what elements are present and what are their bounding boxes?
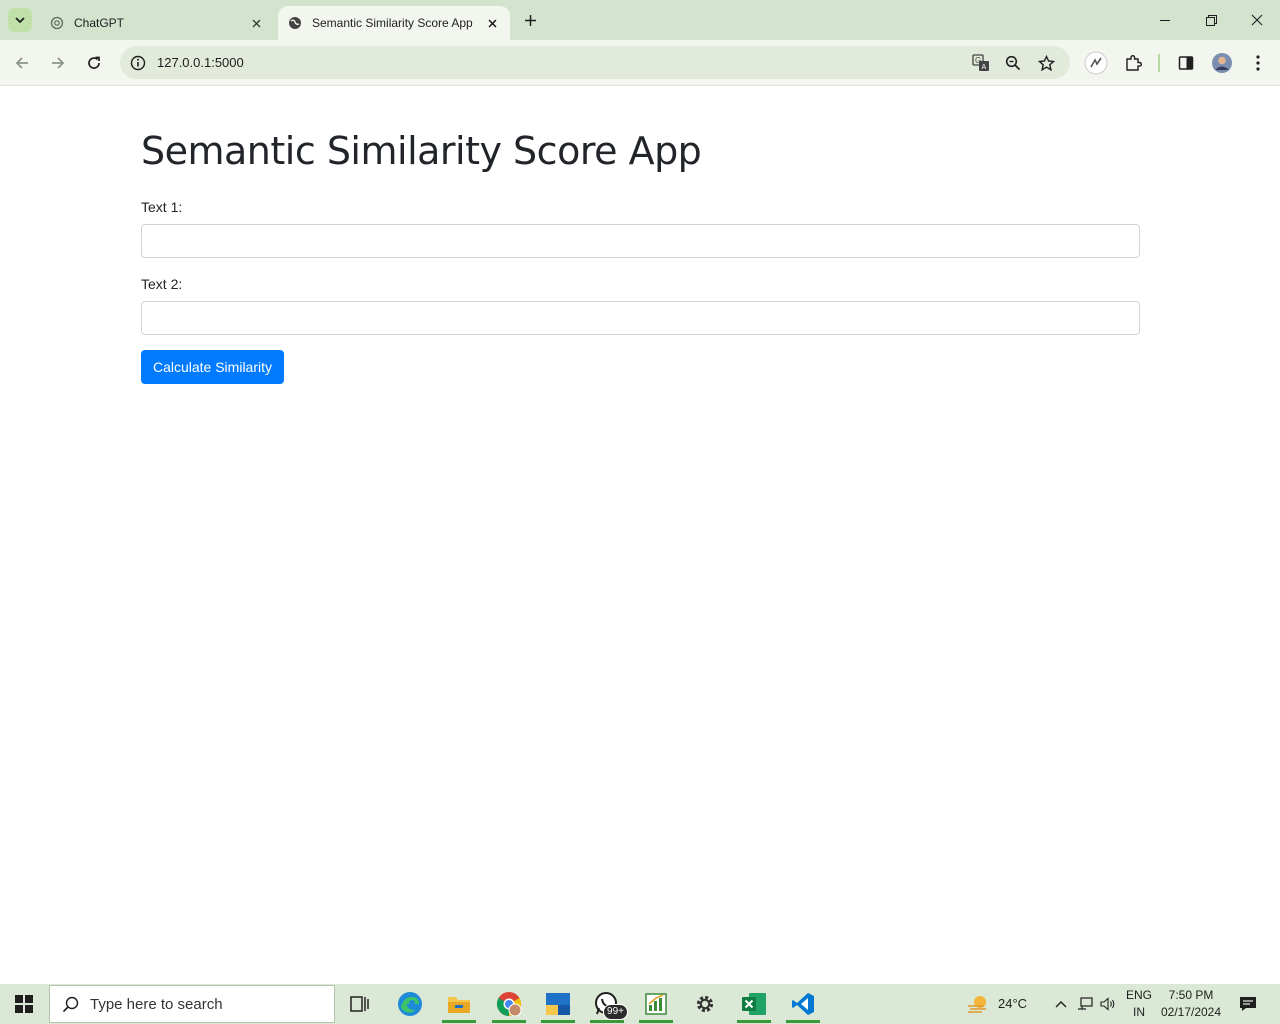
tab-title: ChatGPT	[74, 16, 125, 30]
notification-icon	[1240, 997, 1256, 1011]
weather-widget[interactable]	[958, 984, 998, 1024]
clock-time: 7:50 PM	[1168, 988, 1214, 1002]
vscode-icon	[792, 993, 814, 1015]
weather-haze-icon	[968, 996, 986, 1013]
reload-button[interactable]	[80, 49, 108, 77]
folder-icon	[448, 997, 470, 1013]
close-window-button[interactable]	[1234, 0, 1280, 40]
task-view-button[interactable]	[337, 984, 383, 1024]
window-app-icon	[546, 993, 570, 1015]
taskbar-chrome[interactable]	[486, 984, 532, 1024]
extensions-puzzle-icon[interactable]	[1121, 51, 1145, 75]
page-title: Semantic Similarity Score App	[141, 129, 702, 173]
tab-semantic-similarity[interactable]: Semantic Similarity Score App	[278, 6, 510, 40]
clock-date: 02/17/2024	[1160, 1005, 1222, 1019]
menu-kebab-icon[interactable]	[1246, 51, 1270, 75]
globe-icon	[287, 15, 303, 31]
close-tab-icon[interactable]	[248, 15, 264, 31]
taskbar-edge[interactable]	[387, 984, 433, 1024]
reload-icon	[88, 56, 100, 69]
text2-input[interactable]	[141, 301, 1140, 335]
clock[interactable]: 7:50 PM 02/17/2024	[1158, 987, 1224, 1021]
language-code: ENG	[1125, 988, 1152, 1002]
site-info-icon[interactable]	[128, 53, 148, 73]
close-tab-icon[interactable]	[484, 15, 500, 31]
tab-chatgpt[interactable]: ChatGPT	[40, 6, 274, 40]
chatgpt-icon	[49, 15, 65, 31]
start-button[interactable]	[0, 984, 48, 1024]
volume-tray[interactable]	[1097, 984, 1119, 1024]
bookmark-star-icon[interactable]	[1036, 53, 1056, 73]
forward-button[interactable]	[44, 49, 72, 77]
restore-button[interactable]	[1188, 0, 1234, 40]
taskbar-search[interactable]: Type here to search	[49, 985, 335, 1023]
language-region: IN	[1133, 1005, 1145, 1019]
notifications-button[interactable]	[1232, 984, 1264, 1024]
windows-taskbar: Type here to search 99+ 24°C ENG IN 7:50…	[0, 984, 1280, 1024]
volume-icon	[1100, 997, 1115, 1011]
task-view-icon	[350, 996, 369, 1012]
weather-temperature: 24°C	[998, 996, 1028, 1011]
toolbar-separator	[1158, 54, 1160, 72]
plus-icon	[524, 14, 536, 26]
tab-search-button[interactable]	[8, 8, 32, 32]
zoom-icon[interactable]	[1003, 53, 1023, 73]
address-bar[interactable]: 127.0.0.1:5000 GA	[120, 46, 1070, 79]
extension-pulse-icon[interactable]	[1084, 51, 1108, 75]
gear-icon	[696, 995, 714, 1013]
search-icon	[60, 994, 80, 1014]
minimize-button[interactable]	[1142, 0, 1188, 40]
search-placeholder: Type here to search	[90, 995, 223, 1013]
calculate-similarity-button[interactable]: Calculate Similarity	[141, 350, 284, 384]
network-icon	[1078, 997, 1093, 1010]
taskbar-excel[interactable]	[731, 984, 777, 1024]
network-tray[interactable]	[1074, 984, 1096, 1024]
browser-tab-strip: ChatGPT Semantic Similarity Score App	[0, 0, 1280, 40]
translate-icon[interactable]: GA	[971, 53, 991, 73]
text1-input[interactable]	[141, 224, 1140, 258]
back-button[interactable]	[8, 49, 36, 77]
taskbar-whatsapp[interactable]: 99+	[584, 984, 630, 1024]
svg-text:A: A	[982, 64, 987, 71]
tab-title: Semantic Similarity Score App	[312, 16, 473, 30]
chevron-down-icon	[15, 17, 25, 24]
chart-app-icon	[645, 993, 667, 1015]
excel-icon	[742, 993, 766, 1015]
show-hidden-icons-button[interactable]	[1050, 984, 1072, 1024]
edge-icon	[398, 992, 422, 1016]
text1-label: Text 1:	[141, 199, 183, 215]
side-panel-icon[interactable]	[1174, 51, 1198, 75]
taskbar-settings[interactable]	[682, 984, 728, 1024]
page-content: Semantic Similarity Score App Text 1: Te…	[0, 87, 1280, 984]
browser-toolbar: 127.0.0.1:5000 GA	[0, 40, 1280, 86]
whatsapp-unread-badge: 99+	[603, 1004, 628, 1020]
chevron-up-icon	[1055, 1001, 1067, 1008]
arrow-right-icon	[52, 57, 65, 69]
profile-avatar[interactable]	[1210, 51, 1234, 75]
taskbar-charts-app[interactable]	[633, 984, 679, 1024]
arrow-left-icon	[15, 57, 28, 69]
restore-icon	[1205, 14, 1217, 26]
windows-logo-icon	[15, 995, 33, 1013]
chrome-icon	[496, 992, 522, 1017]
close-icon	[1251, 14, 1263, 26]
taskbar-vscode[interactable]	[780, 984, 826, 1024]
language-indicator[interactable]: ENG IN	[1122, 987, 1156, 1021]
url-text[interactable]: 127.0.0.1:5000	[157, 55, 244, 70]
taskbar-file-explorer[interactable]	[436, 984, 482, 1024]
minimize-icon	[1159, 19, 1170, 21]
text2-label: Text 2:	[141, 276, 183, 292]
new-tab-button[interactable]	[520, 10, 540, 30]
taskbar-app-blue[interactable]	[535, 984, 581, 1024]
